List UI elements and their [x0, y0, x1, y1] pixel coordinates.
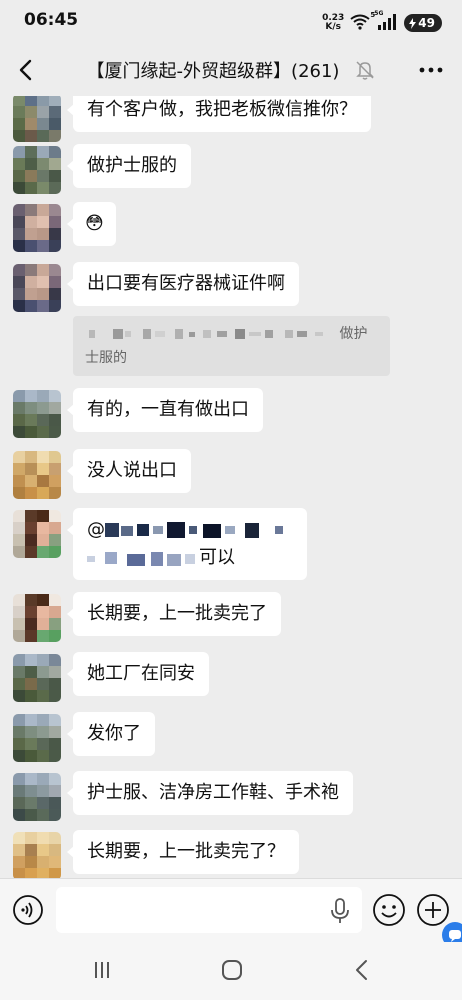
message-bubble[interactable]: 有个客户做，我把老板微信推你？ [67, 96, 371, 132]
back-icon[interactable] [348, 956, 376, 984]
flushed-face-emoji: 😳 [85, 213, 104, 234]
quoted-message[interactable]: 做护士服的 [73, 316, 390, 376]
message-text: 出口要有医疗器械证件啊 [87, 273, 285, 294]
recents-icon[interactable] [88, 956, 116, 984]
avatar[interactable] [13, 594, 61, 642]
message-bubble[interactable]: 护士服、洁净房工作鞋、手术袍 [67, 771, 353, 815]
chat-title: 【厦门缘起-外贸超级群】(261) [86, 61, 340, 82]
message-bubble[interactable]: 有的，一直有做出口 [67, 388, 263, 432]
avatar[interactable] [13, 832, 61, 878]
message-text: 有的，一直有做出口 [87, 399, 249, 420]
charging-icon [409, 17, 417, 29]
net-speed-unit: K/s [325, 22, 341, 32]
message-bubble[interactable]: 长期要，上一批卖完了 [67, 592, 281, 636]
signal-badge: 5G [374, 10, 384, 17]
message-text: 长期要，上一批卖完了？ [87, 841, 285, 862]
redacted-sender-name [89, 329, 323, 339]
wifi-icon: 5 [350, 11, 375, 32]
more-icon[interactable] [418, 58, 444, 82]
avatar[interactable] [13, 451, 61, 499]
message-list[interactable]: 有个客户做，我把老板微信推你？ 做护士服的 😳 出口要有医疗器械证件啊 做护士服… [0, 96, 462, 878]
redacted-mention-name [105, 522, 283, 538]
message-bubble[interactable]: 😳 [67, 202, 116, 246]
message-text: 没人说出口 [87, 460, 177, 481]
voice-icon[interactable] [12, 894, 44, 926]
avatar[interactable] [13, 96, 61, 142]
smile-icon[interactable] [372, 893, 406, 927]
avatar[interactable] [13, 510, 61, 558]
avatar[interactable] [13, 204, 61, 252]
chat-input-bar [0, 878, 462, 942]
status-icons: 0.23 K/s 5 5G 49 [322, 10, 442, 34]
status-time: 06:45 [24, 10, 79, 30]
battery-level: 49 [418, 16, 435, 30]
mention-prefix: @ [87, 519, 105, 540]
message-bubble[interactable]: 没人说出口 [67, 449, 191, 493]
message-text: 有个客户做，我把老板微信推你？ [87, 99, 357, 120]
home-icon[interactable] [218, 956, 246, 984]
message-bubble[interactable]: 做护士服的 [67, 144, 191, 188]
avatar[interactable] [13, 264, 61, 312]
net-speed: 0.23 K/s [322, 14, 344, 32]
message-text: 她工厂在同安 [87, 663, 195, 684]
avatar[interactable] [13, 654, 61, 702]
message-text: 护士服、洁净房工作鞋、手术袍 [87, 782, 339, 803]
battery-indicator: 49 [404, 14, 442, 32]
message-bubble[interactable]: 长期要，上一批卖完了？ [67, 830, 299, 874]
message-bubble[interactable]: 她工厂在同安 [67, 652, 209, 696]
message-bubble[interactable]: 出口要有医疗器械证件啊 [67, 262, 299, 306]
message-text: 发你了 [87, 723, 141, 744]
message-text: 长期要，上一批卖完了 [87, 603, 267, 624]
avatar[interactable] [13, 146, 61, 194]
chat-header: 【厦门缘起-外贸超级群】(261) [0, 44, 462, 96]
avatar[interactable] [13, 714, 61, 762]
signal-icon: 5G [374, 10, 398, 32]
avatar[interactable] [13, 390, 61, 438]
message-bubble[interactable]: 发你了 [67, 712, 155, 756]
mic-icon[interactable] [330, 898, 350, 924]
message-text: 做护士服的 [87, 155, 177, 176]
message-input[interactable] [56, 887, 362, 933]
system-nav-bar [0, 942, 462, 1000]
avatar[interactable] [13, 773, 61, 821]
back-arrow-icon[interactable] [14, 56, 40, 84]
message-bubble[interactable]: @ 可以 [67, 508, 307, 580]
redacted-text [87, 552, 195, 566]
bell-off-icon [356, 60, 374, 80]
status-bar: 06:45 0.23 K/s 5 5G 49 [0, 0, 462, 44]
message-text: 可以 [199, 547, 235, 568]
